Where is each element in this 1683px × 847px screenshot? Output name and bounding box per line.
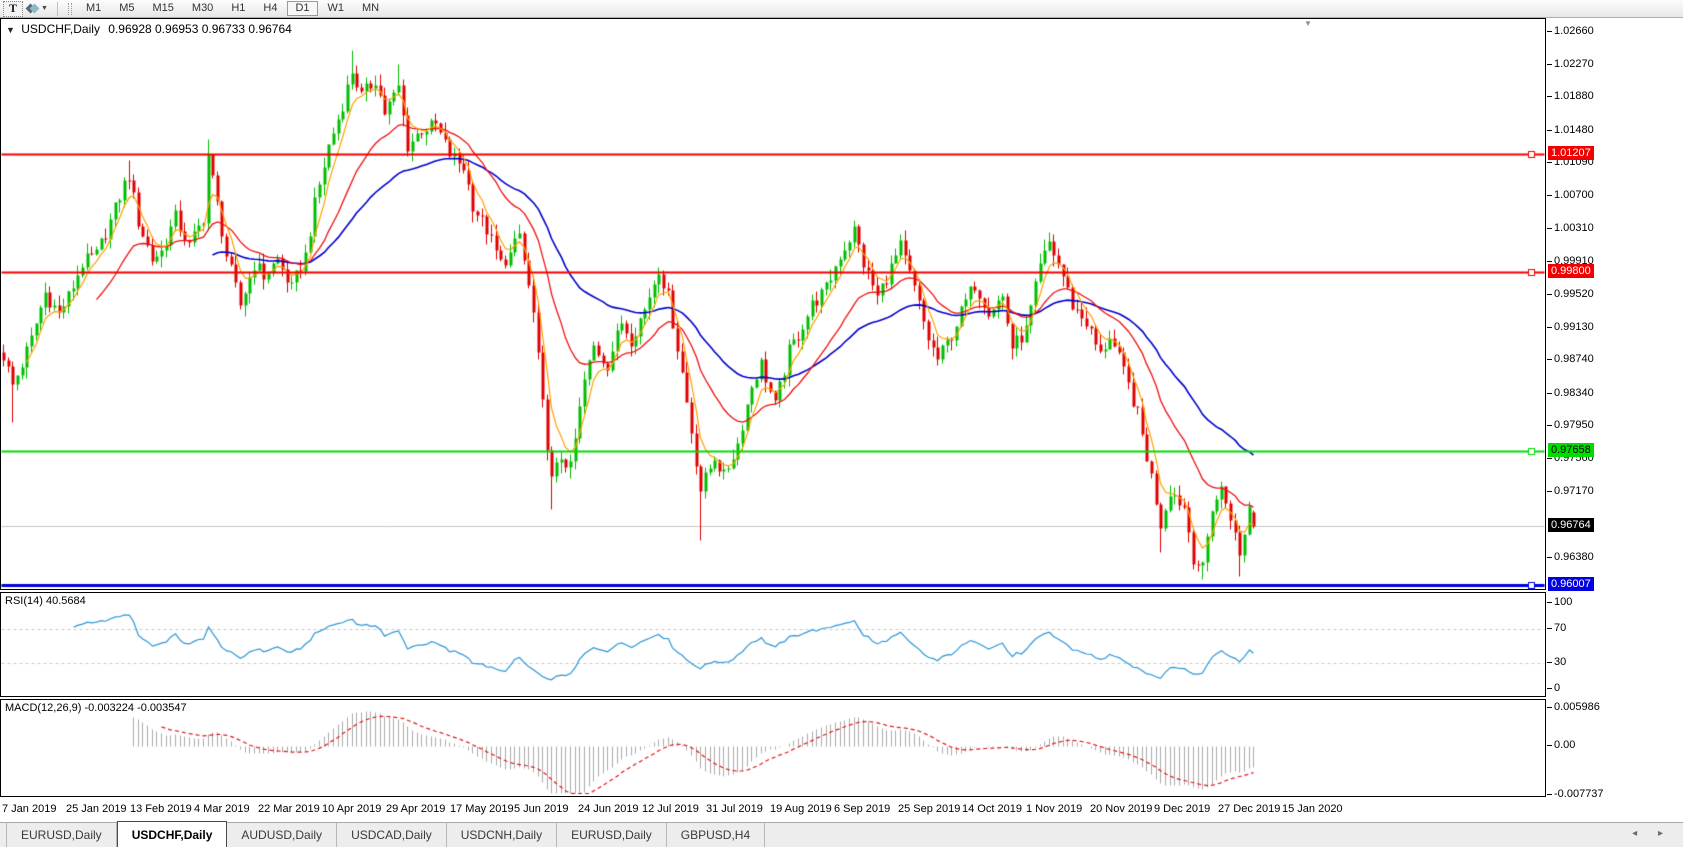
macd-indicator-label: MACD(12,26,9) -0.003224 -0.003547 — [5, 702, 187, 714]
price-tick-label: 0.98740 — [1554, 353, 1594, 365]
chart-tab-eurusd-daily[interactable]: EURUSD,Daily — [6, 823, 117, 847]
top-toolbar: T ▼ M1M5M15M30H1H4D1W1MN — [0, 0, 1683, 18]
toolbar-drag-handle[interactable] — [68, 3, 72, 15]
date-tick-label: 15 Jan 2020 — [1282, 803, 1343, 815]
macd-canvas[interactable] — [1, 700, 1545, 796]
chart-tab-audusd-daily[interactable]: AUDUSD,Daily — [227, 823, 337, 847]
chart-tab-usdchf-daily[interactable]: USDCHF,Daily — [117, 821, 228, 847]
rsi-canvas[interactable] — [1, 593, 1545, 696]
timeframe-button-w1[interactable]: W1 — [320, 1, 353, 16]
date-tick-label: 4 Mar 2019 — [194, 803, 250, 815]
hline-price-badge: 0.96007 — [1548, 577, 1594, 591]
hline-price-badge: 1.01207 — [1548, 146, 1594, 160]
macd-values: -0.003224 -0.003547 — [84, 702, 186, 714]
chart-tab-eurusd-daily[interactable]: EURUSD,Daily — [557, 823, 667, 847]
date-tick-label: 5 Jun 2019 — [514, 803, 568, 815]
price-tick-label: 0.97170 — [1554, 485, 1594, 497]
chart-tab-gbpusd-h4[interactable]: GBPUSD,H4 — [667, 823, 765, 847]
price-chart-canvas[interactable] — [1, 19, 1545, 589]
chart-title: ▼ USDCHF,Daily 0.96928 0.96953 0.96733 0… — [6, 22, 292, 36]
price-tick-label: 0.97950 — [1554, 419, 1594, 431]
price-axis[interactable]: 1.026601.022701.018801.014801.010901.007… — [1546, 18, 1683, 799]
rsi-tick-label: 100 — [1554, 596, 1572, 608]
chart-symbol: USDCHF,Daily — [21, 22, 100, 36]
date-tick-label: 10 Apr 2019 — [322, 803, 381, 815]
date-tick-label: 9 Dec 2019 — [1154, 803, 1210, 815]
price-tick-label: 0.99130 — [1554, 321, 1594, 333]
scroll-left-icon[interactable]: ◂ — [1632, 828, 1637, 839]
date-tick-label: 17 May 2019 — [450, 803, 514, 815]
timeframe-button-m30[interactable]: M30 — [184, 1, 221, 16]
hline-price-badge: 0.99800 — [1548, 264, 1594, 278]
price-tick-label: 0.96380 — [1554, 551, 1594, 563]
timeframe-button-h4[interactable]: H4 — [255, 1, 285, 16]
scroll-right-icon[interactable]: ▸ — [1658, 828, 1663, 839]
date-tick-label: 20 Nov 2019 — [1090, 803, 1152, 815]
rsi-tick-label: 30 — [1554, 656, 1566, 668]
price-tick-label: 1.01880 — [1554, 90, 1594, 102]
date-tick-label: 6 Sep 2019 — [834, 803, 890, 815]
collapse-icon[interactable]: ▼ — [6, 25, 15, 35]
price-tick-label: 1.02660 — [1554, 25, 1594, 37]
date-tick-label: 12 Jul 2019 — [642, 803, 699, 815]
rsi-tick-label: 70 — [1554, 622, 1566, 634]
price-tick-label: 1.00310 — [1554, 222, 1594, 234]
date-tick-label: 25 Sep 2019 — [898, 803, 960, 815]
price-tick-label: 0.98340 — [1554, 387, 1594, 399]
price-tick-label: 1.02270 — [1554, 58, 1594, 70]
timeframe-button-m5[interactable]: M5 — [111, 1, 142, 16]
date-tick-label: 13 Feb 2019 — [130, 803, 192, 815]
shift-marker-icon[interactable]: ▼ — [1304, 19, 1312, 28]
macd-tick-label: 0.00 — [1554, 739, 1575, 751]
current-price-badge: 0.96764 — [1548, 518, 1594, 532]
chart-window: ▼ USDCHF,Daily 0.96928 0.96953 0.96733 0… — [0, 18, 1683, 822]
timeframe-button-m1[interactable]: M1 — [78, 1, 109, 16]
tab-scroll-arrows: ◂ ▸ — [1614, 828, 1663, 839]
macd-pane[interactable]: MACD(12,26,9) -0.003224 -0.003547 — [0, 699, 1546, 797]
date-tick-label: 19 Aug 2019 — [770, 803, 832, 815]
chevron-down-icon: ▼ — [41, 5, 48, 12]
date-tick-label: 7 Jan 2019 — [2, 803, 56, 815]
price-tick-label: 0.99520 — [1554, 288, 1594, 300]
timeframe-button-m15[interactable]: M15 — [145, 1, 182, 16]
timeframe-button-h1[interactable]: H1 — [223, 1, 253, 16]
chart-tab-usdcad-daily[interactable]: USDCAD,Daily — [337, 823, 447, 847]
timeframe-group: M1M5M15M30H1H4D1W1MN — [77, 1, 388, 16]
date-tick-label: 22 Mar 2019 — [258, 803, 320, 815]
date-tick-label: 24 Jun 2019 — [578, 803, 639, 815]
date-tick-label: 25 Jan 2019 — [66, 803, 127, 815]
timeframe-button-d1[interactable]: D1 — [287, 1, 317, 16]
hline-price-badge: 0.97658 — [1548, 443, 1594, 457]
price-pane[interactable]: ▼ USDCHF,Daily 0.96928 0.96953 0.96733 0… — [0, 18, 1546, 590]
price-tick-label: 1.00700 — [1554, 189, 1594, 201]
date-tick-label: 27 Dec 2019 — [1218, 803, 1280, 815]
date-tick-label: 29 Apr 2019 — [386, 803, 445, 815]
chart-ohlc-values: 0.96928 0.96953 0.96733 0.96764 — [108, 22, 292, 36]
date-tick-label: 31 Jul 2019 — [706, 803, 763, 815]
date-tick-label: 14 Oct 2019 — [962, 803, 1022, 815]
styles-icon — [27, 3, 38, 15]
styles-dropdown-button[interactable]: ▼ — [23, 1, 52, 17]
chart-tabs-bar: EURUSD,DailyUSDCHF,DailyAUDUSD,DailyUSDC… — [0, 822, 1683, 847]
chart-tab-usdcnh-daily[interactable]: USDCNH,Daily — [447, 823, 557, 847]
price-tick-label: 1.01480 — [1554, 124, 1594, 136]
macd-tick-label: 0.005986 — [1554, 701, 1600, 713]
rsi-value: 40.5684 — [46, 595, 86, 607]
rsi-pane[interactable]: RSI(14) 40.5684 — [0, 592, 1546, 697]
rsi-indicator-label: RSI(14) 40.5684 — [5, 595, 86, 607]
timeframe-button-mn[interactable]: MN — [354, 1, 387, 16]
date-tick-label: 1 Nov 2019 — [1026, 803, 1082, 815]
rsi-tick-label: 0 — [1554, 682, 1560, 694]
text-tool-button[interactable]: T — [3, 1, 23, 17]
toolbar-separator — [57, 2, 58, 16]
date-axis[interactable]: 7 Jan 2019 25 Jan 201913 Feb 20194 Mar 20… — [0, 799, 1683, 820]
